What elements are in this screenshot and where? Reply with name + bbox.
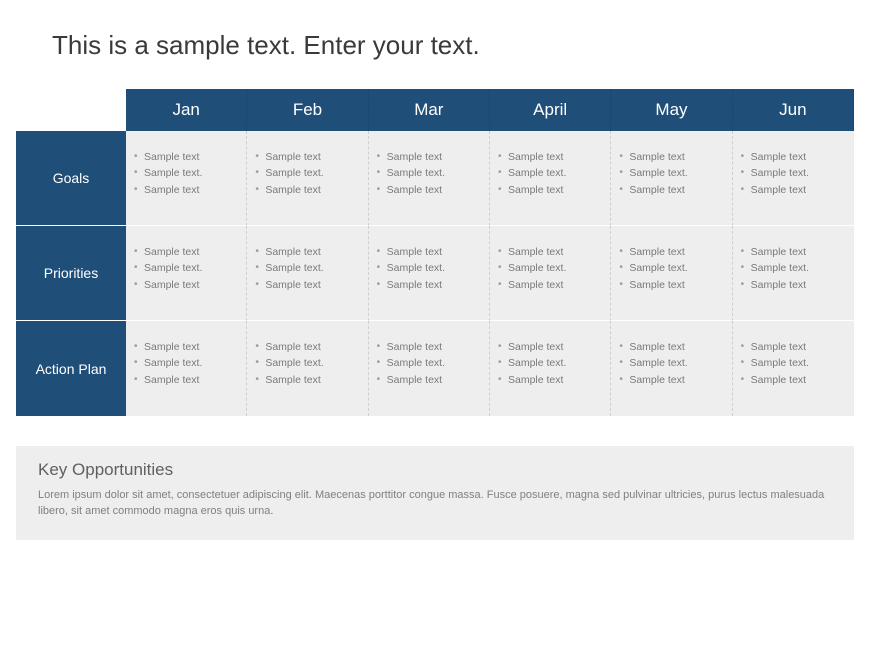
cell-goals-may: Sample text Sample text. Sample text bbox=[611, 131, 732, 226]
cell-item: Sample text bbox=[134, 149, 240, 165]
cell-action-plan-feb: Sample text Sample text. Sample text bbox=[247, 321, 368, 416]
month-header-feb: Feb bbox=[247, 89, 368, 131]
cell-item: Sample text bbox=[498, 182, 604, 198]
cell-item: Sample text. bbox=[741, 260, 848, 276]
cell-item: Sample text bbox=[741, 244, 848, 260]
cell-priorities-may: Sample text Sample text. Sample text bbox=[611, 226, 732, 321]
cell-item: Sample text bbox=[255, 244, 361, 260]
cell-goals-mar: Sample text Sample text. Sample text bbox=[369, 131, 490, 226]
row-label-goals: Goals bbox=[16, 131, 126, 226]
cell-item: Sample text. bbox=[255, 165, 361, 181]
cell-item: Sample text bbox=[134, 372, 240, 388]
cell-action-plan-may: Sample text Sample text. Sample text bbox=[611, 321, 732, 416]
cell-priorities-jan: Sample text Sample text. Sample text bbox=[126, 226, 247, 321]
cell-item: Sample text bbox=[377, 372, 483, 388]
cell-item: Sample text. bbox=[619, 355, 725, 371]
cell-item: Sample text. bbox=[255, 260, 361, 276]
footer-text: Lorem ipsum dolor sit amet, consectetuer… bbox=[38, 488, 832, 520]
cell-item: Sample text bbox=[255, 277, 361, 293]
cell-item: Sample text bbox=[741, 277, 848, 293]
cell-item: Sample text. bbox=[498, 355, 604, 371]
slide-title: This is a sample text. Enter your text. bbox=[0, 0, 870, 89]
cell-priorities-feb: Sample text Sample text. Sample text bbox=[247, 226, 368, 321]
cell-item: Sample text bbox=[619, 244, 725, 260]
month-header-april: April bbox=[490, 89, 611, 131]
cell-item: Sample text. bbox=[619, 165, 725, 181]
cell-item: Sample text bbox=[741, 339, 848, 355]
cell-item: Sample text. bbox=[377, 165, 483, 181]
cell-item: Sample text. bbox=[255, 355, 361, 371]
cell-item: Sample text. bbox=[134, 165, 240, 181]
cell-item: Sample text. bbox=[498, 165, 604, 181]
cell-action-plan-jan: Sample text Sample text. Sample text bbox=[126, 321, 247, 416]
cell-priorities-mar: Sample text Sample text. Sample text bbox=[369, 226, 490, 321]
cell-item: Sample text bbox=[377, 182, 483, 198]
cell-item: Sample text bbox=[619, 372, 725, 388]
cell-item: Sample text bbox=[255, 339, 361, 355]
cell-item: Sample text bbox=[498, 372, 604, 388]
cell-priorities-april: Sample text Sample text. Sample text bbox=[490, 226, 611, 321]
cell-item: Sample text. bbox=[134, 260, 240, 276]
cell-item: Sample text bbox=[255, 372, 361, 388]
cell-item: Sample text bbox=[741, 149, 848, 165]
cell-item: Sample text bbox=[498, 149, 604, 165]
cell-item: Sample text bbox=[377, 244, 483, 260]
cell-action-plan-jun: Sample text Sample text. Sample text bbox=[733, 321, 854, 416]
planning-grid: Jan Feb Mar April May Jun Goals Sample t… bbox=[16, 89, 854, 416]
cell-item: Sample text bbox=[619, 277, 725, 293]
cell-item: Sample text bbox=[498, 244, 604, 260]
cell-item: Sample text bbox=[741, 372, 848, 388]
month-header-mar: Mar bbox=[369, 89, 490, 131]
cell-item: Sample text bbox=[134, 339, 240, 355]
cell-goals-jun: Sample text Sample text. Sample text bbox=[733, 131, 854, 226]
cell-item: Sample text. bbox=[619, 260, 725, 276]
cell-item: Sample text bbox=[255, 182, 361, 198]
cell-item: Sample text bbox=[134, 277, 240, 293]
cell-item: Sample text bbox=[619, 339, 725, 355]
cell-goals-feb: Sample text Sample text. Sample text bbox=[247, 131, 368, 226]
cell-item: Sample text. bbox=[498, 260, 604, 276]
cell-item: Sample text bbox=[619, 149, 725, 165]
footer-title: Key Opportunities bbox=[38, 460, 832, 480]
row-label-action-plan: Action Plan bbox=[16, 321, 126, 416]
footer-section: Key Opportunities Lorem ipsum dolor sit … bbox=[16, 446, 854, 540]
cell-priorities-jun: Sample text Sample text. Sample text bbox=[733, 226, 854, 321]
cell-item: Sample text bbox=[619, 182, 725, 198]
grid-corner bbox=[16, 89, 126, 131]
cell-item: Sample text bbox=[377, 339, 483, 355]
cell-action-plan-april: Sample text Sample text. Sample text bbox=[490, 321, 611, 416]
cell-item: Sample text bbox=[498, 277, 604, 293]
cell-item: Sample text bbox=[377, 149, 483, 165]
cell-item: Sample text. bbox=[741, 165, 848, 181]
cell-item: Sample text. bbox=[377, 260, 483, 276]
cell-item: Sample text bbox=[377, 277, 483, 293]
cell-action-plan-mar: Sample text Sample text. Sample text bbox=[369, 321, 490, 416]
cell-item: Sample text. bbox=[377, 355, 483, 371]
cell-item: Sample text. bbox=[741, 355, 848, 371]
cell-goals-april: Sample text Sample text. Sample text bbox=[490, 131, 611, 226]
month-header-jun: Jun bbox=[733, 89, 854, 131]
cell-item: Sample text bbox=[498, 339, 604, 355]
cell-item: Sample text bbox=[134, 182, 240, 198]
row-label-priorities: Priorities bbox=[16, 226, 126, 321]
cell-item: Sample text. bbox=[134, 355, 240, 371]
month-header-may: May bbox=[611, 89, 732, 131]
cell-item: Sample text bbox=[741, 182, 848, 198]
month-header-jan: Jan bbox=[126, 89, 247, 131]
cell-item: Sample text bbox=[134, 244, 240, 260]
cell-goals-jan: Sample text Sample text. Sample text bbox=[126, 131, 247, 226]
cell-item: Sample text bbox=[255, 149, 361, 165]
